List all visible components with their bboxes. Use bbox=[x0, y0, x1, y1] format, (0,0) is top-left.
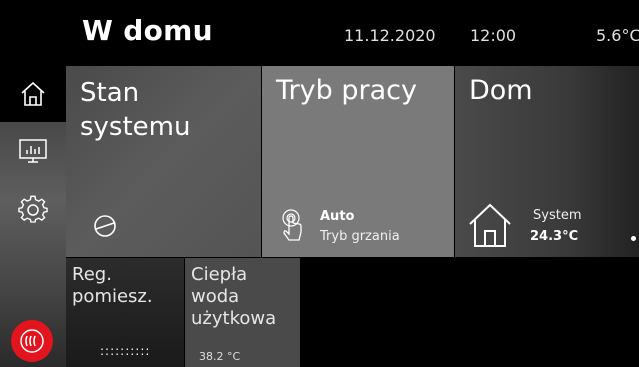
sidebar-item-settings[interactable] bbox=[0, 182, 66, 238]
tile-room-control[interactable]: Reg. pomiesz. :::::::::: bbox=[66, 258, 184, 367]
date-display: 11.12.2020 bbox=[344, 26, 436, 45]
tile-system-status[interactable]: Stan systemu bbox=[66, 66, 261, 257]
mode-value: Auto bbox=[320, 209, 355, 224]
system-temperature: 24.3°C bbox=[530, 229, 579, 244]
house-icon bbox=[469, 203, 511, 247]
hot-water-temperature: 38.2 °C bbox=[199, 350, 241, 363]
compressor-icon bbox=[94, 215, 116, 237]
chart-icon bbox=[19, 139, 47, 163]
sidebar-item-statistics[interactable] bbox=[0, 124, 66, 180]
tile-title-line: Stan bbox=[80, 78, 140, 108]
mode-description: Tryb grzania bbox=[320, 229, 400, 244]
tile-title-line: systemu bbox=[80, 112, 191, 142]
tile-home[interactable]: Dom System 24.3°C bbox=[455, 66, 639, 257]
time-display: 12:00 bbox=[470, 26, 517, 45]
pager-dot bbox=[631, 236, 636, 241]
tile-title-line: Reg. bbox=[72, 264, 112, 285]
tile-hot-water[interactable]: Ciepła woda użytkowa 38.2 °C bbox=[185, 258, 300, 367]
tile-home-title: Dom bbox=[469, 75, 533, 106]
sidebar bbox=[0, 66, 66, 367]
touch-hand-icon bbox=[282, 209, 302, 241]
home-icon bbox=[21, 81, 45, 106]
loading-dots: :::::::::: bbox=[100, 344, 151, 358]
tile-hot-water-title: Ciepła woda użytkowa bbox=[191, 264, 276, 330]
sidebar-item-home[interactable] bbox=[0, 66, 66, 122]
tile-title-line: woda bbox=[191, 286, 240, 307]
tile-operating-mode-title: Tryb pracy bbox=[276, 75, 417, 106]
tile-room-control-title: Reg. pomiesz. bbox=[72, 264, 153, 308]
gear-icon bbox=[18, 195, 48, 223]
tile-title-line: pomiesz. bbox=[72, 286, 153, 307]
header-bar: W domu 11.12.2020 12:00 5.6°C bbox=[0, 0, 639, 66]
system-label: System bbox=[533, 208, 582, 223]
heat-logo-icon[interactable] bbox=[11, 320, 53, 362]
tile-operating-mode[interactable]: Tryb pracy Auto Tryb grzania bbox=[262, 66, 454, 257]
outdoor-temperature: 5.6°C bbox=[596, 26, 639, 45]
page-title: W domu bbox=[82, 14, 213, 47]
tile-title-line: Ciepła bbox=[191, 264, 248, 285]
tile-system-status-title: Stan systemu bbox=[80, 76, 190, 144]
tile-title-line: użytkowa bbox=[191, 308, 277, 329]
